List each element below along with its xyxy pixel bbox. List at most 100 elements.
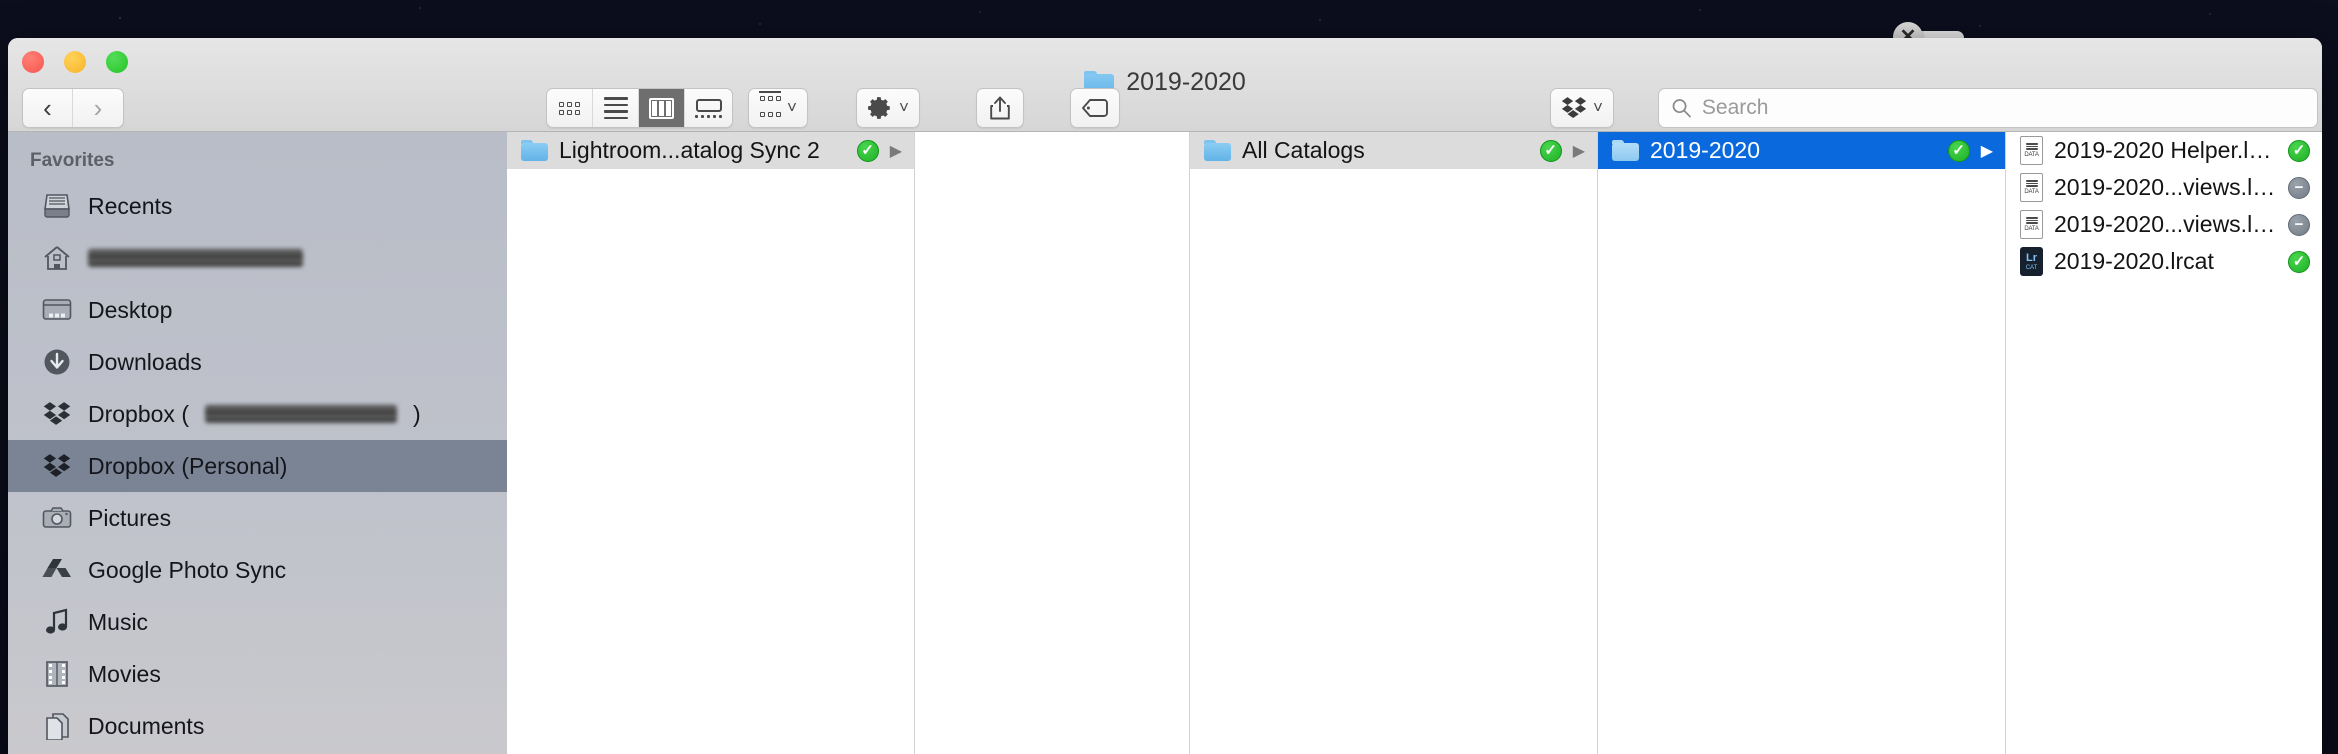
file-name: 2019-2020.lrcat — [2054, 248, 2214, 274]
list-lines-icon — [603, 97, 628, 119]
columns-icon — [649, 97, 674, 119]
chevron-down-icon: ˅ — [787, 98, 797, 117]
list-view-button[interactable] — [593, 89, 639, 127]
data-file-icon: DATA — [2020, 136, 2043, 165]
pictures-icon — [40, 503, 74, 533]
folder-icon — [521, 140, 548, 161]
column-view-button[interactable] — [639, 89, 685, 127]
column-5: DATA 2019-2020 Helper.lrdata ✓ DATA 2019… — [2006, 132, 2322, 754]
back-button[interactable]: ‹ — [23, 89, 73, 127]
sidebar-item-label: Music — [88, 608, 149, 635]
home-icon — [40, 243, 74, 273]
sidebar-item-label: Downloads — [88, 348, 202, 375]
column-browser: Lightroom...atalog Sync 2 ✓ ▶ All Catalo… — [507, 132, 2322, 754]
view-mode-switcher — [546, 88, 733, 128]
column-2 — [915, 132, 1190, 754]
column-row-all-catalogs[interactable]: All Catalogs ✓ ▶ — [1190, 132, 1597, 169]
sync-status-badge: ✓ — [2288, 139, 2310, 162]
data-file-icon: DATA — [2020, 210, 2043, 239]
disclosure-triangle-icon[interactable]: ▶ — [1981, 141, 1993, 161]
sidebar-section-favorites: Favorites — [30, 150, 115, 171]
sidebar-item-label: Desktop — [88, 296, 173, 323]
icon-grid-icon — [559, 101, 580, 115]
chevron-down-icon: ˅ — [899, 98, 909, 117]
sidebar-item-recents[interactable]: Recents — [8, 180, 507, 232]
disclosure-triangle-icon[interactable]: ▶ — [1573, 141, 1585, 161]
gallery-icon — [695, 98, 722, 118]
tag-icon — [1082, 99, 1108, 117]
icon-view-button[interactable] — [547, 89, 593, 127]
sidebar-item-pictures[interactable]: Pictures — [8, 492, 507, 544]
column-row-2019-2020[interactable]: 2019-2020 ✓ ▶ — [1598, 132, 2005, 169]
sidebar-item-label-redacted — [204, 405, 397, 423]
chevron-down-icon: ˅ — [1593, 98, 1603, 117]
file-name: 2019-2020 — [1650, 137, 1760, 163]
folder-icon — [1204, 140, 1231, 161]
file-row-lrcat[interactable]: Lr CAT 2019-2020.lrcat ✓ — [2006, 243, 2322, 280]
toolbar: ‹ › ˅ ˅ ˅ Search — [8, 88, 2322, 132]
data-file-icon: DATA — [2020, 173, 2043, 202]
file-name: All Catalogs — [1242, 137, 1365, 163]
navigation-buttons: ‹ › — [22, 88, 124, 128]
sync-status-badge: ✓ — [1539, 139, 1562, 162]
sidebar-item-label-suffix: ) — [412, 400, 421, 427]
sync-status-badge: ✓ — [856, 139, 879, 162]
tag-button[interactable] — [1070, 88, 1120, 128]
chevron-right-icon: › — [93, 92, 103, 123]
movies-icon — [40, 659, 74, 689]
sidebar-item-label: Dropbox ( — [88, 400, 189, 427]
google-drive-icon — [40, 555, 74, 585]
column-1: Lightroom...atalog Sync 2 ✓ ▶ — [507, 132, 915, 754]
documents-icon — [40, 711, 74, 741]
sidebar-item-label: Dropbox (Personal) — [88, 452, 288, 479]
desktop-icon — [40, 295, 74, 325]
search-field[interactable] — [1658, 88, 2318, 128]
sidebar-item-label: Pictures — [88, 504, 172, 531]
arrange-by-button[interactable]: ˅ — [748, 88, 808, 128]
dropbox-icon — [40, 451, 74, 481]
folder-icon — [1612, 140, 1639, 161]
chevron-left-icon: ‹ — [43, 92, 52, 123]
sidebar-item-label: Google Photo Sync — [88, 556, 287, 583]
dropbox-menu-button[interactable]: ˅ — [1550, 88, 1614, 128]
share-button[interactable] — [976, 88, 1024, 128]
finder-window: 2019-2020 ‹ › ˅ ˅ ˅ Search Favorites Rec… — [8, 38, 2322, 754]
forward-button[interactable]: › — [73, 89, 123, 127]
file-name: Lightroom...atalog Sync 2 — [559, 137, 820, 163]
sidebar-item-desktop[interactable]: Desktop — [8, 284, 507, 336]
file-name: 2019-2020...views.lrdata — [2054, 174, 2277, 200]
sidebar-item-downloads[interactable]: Downloads — [8, 336, 507, 388]
recents-icon — [40, 191, 74, 221]
file-row-previews-lrdata-2[interactable]: DATA 2019-2020...views.lrdata − — [2006, 206, 2322, 243]
search-input[interactable] — [1701, 96, 2305, 120]
sidebar-item-dropbox-business[interactable]: Dropbox () — [8, 388, 507, 440]
sidebar-item-google-photo-sync[interactable]: Google Photo Sync — [8, 544, 507, 596]
sidebar-item-documents[interactable]: Documents — [8, 700, 507, 752]
sidebar-item-music[interactable]: Music — [8, 596, 507, 648]
sidebar-item-label: Documents — [88, 712, 205, 739]
column-3: All Catalogs ✓ ▶ — [1190, 132, 1598, 754]
file-name: 2019-2020...views.lrdata — [2054, 211, 2277, 237]
file-row-helper-lrdata[interactable]: DATA 2019-2020 Helper.lrdata ✓ — [2006, 132, 2322, 169]
sync-status-badge: − — [2288, 176, 2310, 199]
share-icon — [990, 96, 1010, 120]
sidebar: Favorites Recents Desktop Downloads Drop… — [8, 132, 507, 754]
gear-icon — [868, 97, 890, 119]
disclosure-triangle-icon[interactable]: ▶ — [890, 141, 902, 161]
window-body: Favorites Recents Desktop Downloads Drop… — [8, 132, 2322, 754]
sidebar-item-label: Movies — [88, 660, 161, 687]
sync-status-badge: − — [2288, 213, 2310, 236]
action-menu-button[interactable]: ˅ — [856, 88, 920, 128]
window-titlebar: 2019-2020 ‹ › ˅ ˅ ˅ Search — [8, 38, 2322, 132]
sidebar-item-home[interactable] — [8, 232, 507, 284]
dropbox-icon — [1561, 97, 1587, 118]
dropbox-icon — [40, 399, 74, 429]
column-row-lightroom-catalog-sync[interactable]: Lightroom...atalog Sync 2 ✓ ▶ — [507, 132, 914, 169]
sidebar-item-movies[interactable]: Movies — [8, 648, 507, 700]
file-row-previews-lrdata-1[interactable]: DATA 2019-2020...views.lrdata − — [2006, 169, 2322, 206]
sidebar-item-dropbox-personal[interactable]: Dropbox (Personal) — [8, 440, 507, 492]
search-icon — [1672, 99, 1691, 118]
arrange-by-icon — [759, 91, 781, 125]
gallery-view-button[interactable] — [685, 89, 732, 127]
file-name: 2019-2020 Helper.lrdata — [2054, 137, 2277, 163]
